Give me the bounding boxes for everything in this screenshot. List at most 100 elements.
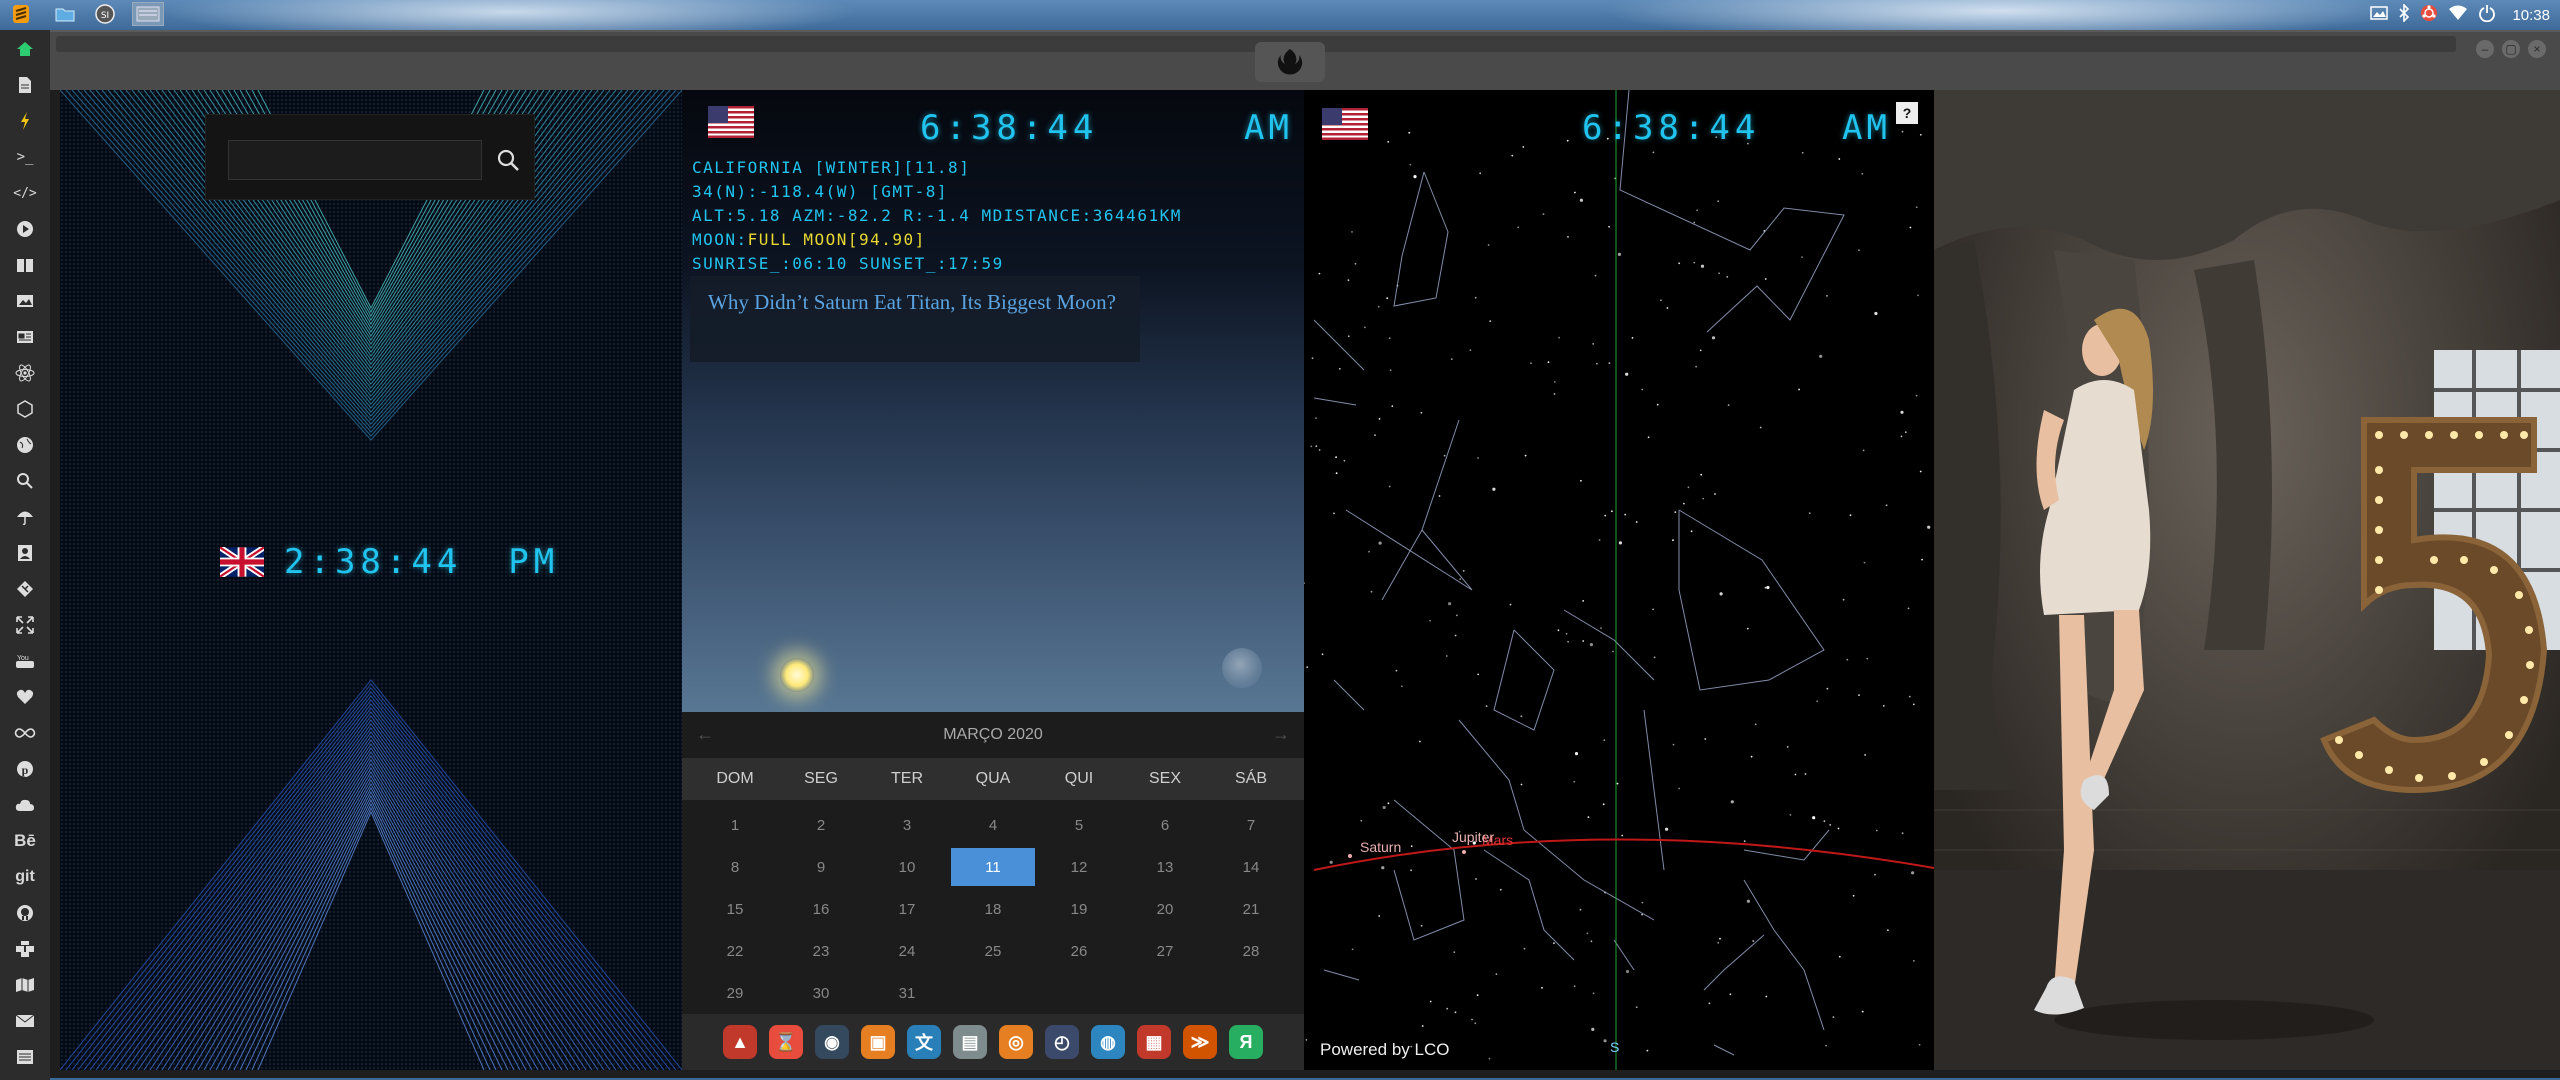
app-browser-icon[interactable]: ◍ [1091, 1025, 1125, 1059]
app-hourglass-icon[interactable]: ⌛ [769, 1025, 803, 1059]
power-icon[interactable] [2478, 4, 2496, 26]
folder-icon[interactable] [52, 2, 78, 26]
calendar-day[interactable]: 12 [1036, 846, 1122, 888]
app-yandex-icon[interactable]: Я [1229, 1025, 1263, 1059]
prev-month-arrow[interactable]: ← [696, 724, 714, 745]
calendar-day[interactable]: 29 [692, 972, 778, 1014]
star [1522, 146, 1525, 148]
calendar-day[interactable]: 4 [950, 804, 1036, 846]
wifi-icon[interactable] [2448, 5, 2468, 25]
calendar-day[interactable]: 6 [1122, 804, 1208, 846]
flash-icon[interactable] [12, 108, 38, 134]
play-icon[interactable] [12, 216, 38, 242]
puzzle-icon[interactable] [12, 936, 38, 962]
git-icon[interactable]: git [12, 864, 38, 890]
search-button[interactable] [490, 140, 526, 180]
mail-icon[interactable] [12, 1008, 38, 1034]
help-button[interactable]: ? [1896, 102, 1918, 124]
newspaper-icon[interactable] [12, 324, 38, 350]
planet-saturn[interactable] [1348, 854, 1352, 858]
calendar-day[interactable]: 1 [692, 804, 778, 846]
terminal-icon[interactable]: >_ [12, 144, 38, 170]
app-globe-dark-icon[interactable]: ◉ [815, 1025, 849, 1059]
calendar-day-today[interactable]: 11 [951, 848, 1035, 886]
news-headline-link[interactable]: Why Didn’t Saturn Eat Titan, Its Biggest… [708, 290, 1116, 314]
git-diamond-icon[interactable] [12, 576, 38, 602]
calendar-day[interactable]: 2 [778, 804, 864, 846]
calendar-day[interactable]: 22 [692, 930, 778, 972]
list-icon[interactable] [12, 1044, 38, 1070]
calendar-day[interactable]: 20 [1122, 888, 1208, 930]
star [1547, 361, 1550, 364]
calendar-day[interactable]: 10 [864, 846, 950, 888]
maximize-icon[interactable]: ▢ [2502, 40, 2520, 58]
app-window-icon[interactable]: ▤ [953, 1025, 987, 1059]
home-icon[interactable] [12, 36, 38, 62]
calendar-day[interactable]: 8 [692, 846, 778, 888]
heart-icon[interactable] [12, 684, 38, 710]
minimize-icon[interactable]: – [2476, 40, 2494, 58]
youtube-icon[interactable]: You [12, 648, 38, 674]
infinity-icon[interactable] [12, 720, 38, 746]
calendar-day[interactable]: 23 [778, 930, 864, 972]
app-search-icon[interactable]: ◎ [999, 1025, 1033, 1059]
react-icon[interactable] [12, 360, 38, 386]
calendar-day[interactable]: 21 [1208, 888, 1294, 930]
calendar-day[interactable]: 31 [864, 972, 950, 1014]
calendar-day[interactable]: 19 [1036, 888, 1122, 930]
calendar-day[interactable]: 18 [950, 888, 1036, 930]
star-map[interactable]: MarsSaturnJupiterS [1304, 90, 1934, 1070]
calendar-day[interactable]: 28 [1208, 930, 1294, 972]
app-translator-icon[interactable]: 文 [907, 1025, 941, 1059]
app-terminal-icon[interactable]: ≫ [1183, 1025, 1217, 1059]
calendar-day[interactable]: 27 [1122, 930, 1208, 972]
calendar-day[interactable]: 14 [1208, 846, 1294, 888]
ubuntu-icon[interactable] [2420, 4, 2438, 26]
system-icon[interactable]: SI [92, 2, 118, 26]
image-icon[interactable] [2370, 6, 2389, 24]
code-icon[interactable]: </> [12, 180, 38, 206]
calendar-day[interactable]: 9 [778, 846, 864, 888]
github-icon[interactable] [12, 900, 38, 926]
calendar-day[interactable]: 7 [1208, 804, 1294, 846]
contact-icon[interactable] [12, 540, 38, 566]
globe-icon[interactable] [12, 432, 38, 458]
calendar-day[interactable]: 25 [950, 930, 1036, 972]
behance-icon[interactable]: Bē [12, 828, 38, 854]
expand-icon[interactable] [12, 612, 38, 638]
search-icon[interactable] [12, 468, 38, 494]
planet-jupiter[interactable] [1462, 850, 1466, 854]
rebel-alliance-icon[interactable] [1255, 42, 1325, 82]
calendar-day[interactable]: 17 [864, 888, 950, 930]
calendar-day[interactable]: 24 [864, 930, 950, 972]
calendar-day[interactable]: 5 [1036, 804, 1122, 846]
star [1594, 274, 1597, 277]
next-month-arrow[interactable]: → [1272, 724, 1290, 745]
map-icon[interactable] [12, 972, 38, 998]
umbrella-icon[interactable] [12, 504, 38, 530]
app-image-viewer-icon[interactable]: ▣ [861, 1025, 895, 1059]
calendar-day[interactable]: 30 [778, 972, 864, 1014]
star [1759, 426, 1762, 429]
close-icon[interactable]: × [2528, 40, 2546, 58]
bluetooth-icon[interactable] [2398, 3, 2410, 26]
book-icon[interactable] [12, 252, 38, 278]
calendar-day[interactable]: 3 [864, 804, 950, 846]
cloud-icon[interactable] [12, 792, 38, 818]
calendar-day[interactable]: 16 [778, 888, 864, 930]
system-clock[interactable]: 10:38 [2512, 7, 2550, 24]
app-calendar-icon[interactable]: ▦ [1137, 1025, 1171, 1059]
calendar-day[interactable]: 15 [692, 888, 778, 930]
calendar-day[interactable]: 26 [1036, 930, 1122, 972]
pinterest-icon[interactable]: p [12, 756, 38, 782]
network-icon[interactable] [12, 396, 38, 422]
star [1915, 206, 1918, 209]
document-icon[interactable] [12, 72, 38, 98]
sublime-text-icon[interactable] [8, 2, 34, 26]
image-icon[interactable] [12, 288, 38, 314]
app-red-triangle-icon[interactable]: ▲ [723, 1025, 757, 1059]
app-clock-icon[interactable]: ◴ [1045, 1025, 1079, 1059]
search-input[interactable] [228, 140, 482, 180]
desktop-thumb-icon[interactable] [132, 2, 164, 26]
calendar-day[interactable]: 13 [1122, 846, 1208, 888]
